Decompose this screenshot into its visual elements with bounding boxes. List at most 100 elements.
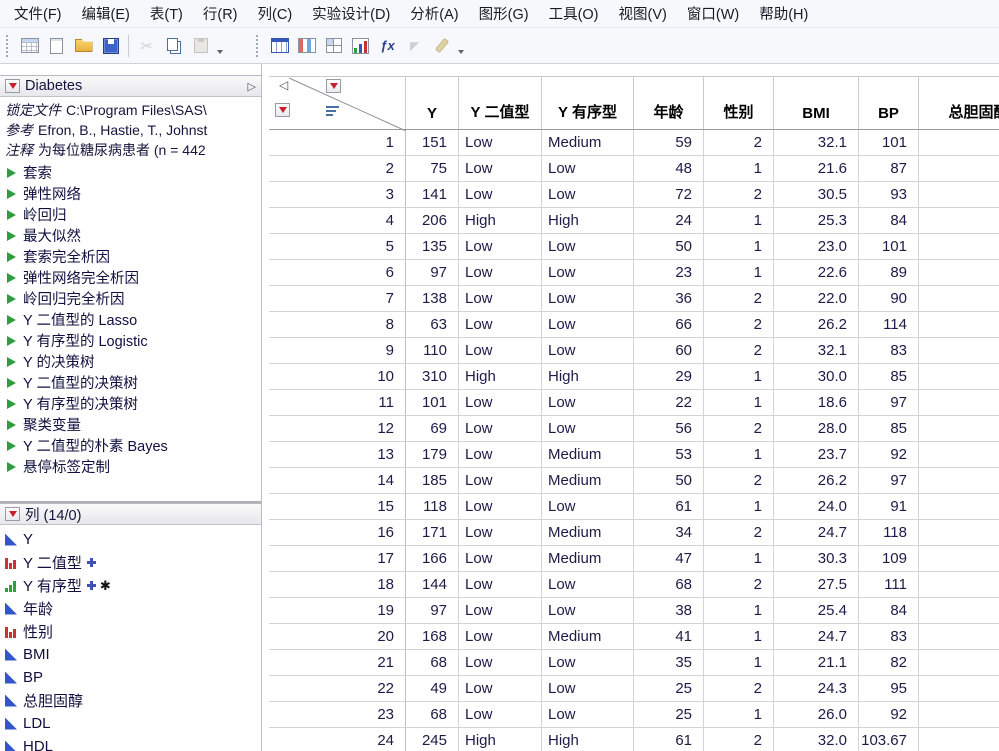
cell-y[interactable]: 49 xyxy=(406,676,459,702)
cell-bp[interactable]: 101 xyxy=(859,234,919,260)
cell-y-ordinal[interactable]: Low xyxy=(542,572,634,598)
open-icon[interactable] xyxy=(70,33,97,59)
cell-bp[interactable]: 114 xyxy=(859,312,919,338)
cell-bp[interactable]: 83 xyxy=(859,624,919,650)
cell-bmi[interactable]: 28.0 xyxy=(774,416,859,442)
cell-y-binary[interactable]: Low xyxy=(459,286,542,312)
cell-y-ordinal[interactable]: Low xyxy=(542,702,634,728)
script-item[interactable]: 套索完全析因 xyxy=(5,246,261,267)
cell-y-ordinal[interactable]: Low xyxy=(542,182,634,208)
cell-bp[interactable]: 84 xyxy=(859,208,919,234)
cell-y[interactable]: 101 xyxy=(406,390,459,416)
cell-age[interactable]: 60 xyxy=(634,338,704,364)
cell-y-binary[interactable]: Low xyxy=(459,416,542,442)
row-number[interactable]: 20 xyxy=(269,624,406,650)
cell-bp[interactable]: 83 xyxy=(859,338,919,364)
cell-y[interactable]: 185 xyxy=(406,468,459,494)
menu-item[interactable]: 编辑(E) xyxy=(72,0,140,27)
cell-total-cholesterol[interactable] xyxy=(919,234,999,260)
row-number[interactable]: 3 xyxy=(269,182,406,208)
formula-icon[interactable] xyxy=(374,33,401,59)
cell-y-binary[interactable]: Low xyxy=(459,442,542,468)
row-number[interactable]: 12 xyxy=(269,416,406,442)
cell-y[interactable]: 171 xyxy=(406,520,459,546)
cell-y-ordinal[interactable]: Medium xyxy=(542,546,634,572)
sidebar-collapse-icon[interactable] xyxy=(279,78,288,92)
cell-total-cholesterol[interactable] xyxy=(919,442,999,468)
column-item[interactable]: 总胆固醇 xyxy=(5,689,261,712)
cell-bmi[interactable]: 27.5 xyxy=(774,572,859,598)
cell-y[interactable]: 310 xyxy=(406,364,459,390)
cell-y-binary[interactable]: Low xyxy=(459,390,542,416)
cell-age[interactable]: 24 xyxy=(634,208,704,234)
column-item[interactable]: HDL xyxy=(5,735,261,751)
cell-bp[interactable]: 89 xyxy=(859,260,919,286)
cell-total-cholesterol[interactable] xyxy=(919,312,999,338)
cell-y-ordinal[interactable]: Low xyxy=(542,156,634,182)
cell-y-binary[interactable]: Low xyxy=(459,572,542,598)
toolbar-overflow-icon[interactable] xyxy=(214,33,226,59)
cell-y-ordinal[interactable]: High xyxy=(542,208,634,234)
sidebar-splitter[interactable] xyxy=(262,64,269,751)
cell-age[interactable]: 22 xyxy=(634,390,704,416)
column-header[interactable]: 性别 xyxy=(704,77,774,129)
cell-total-cholesterol[interactable] xyxy=(919,416,999,442)
cell-y-ordinal[interactable]: Low xyxy=(542,676,634,702)
cell-y-ordinal[interactable]: Low xyxy=(542,234,634,260)
cell-sex[interactable]: 2 xyxy=(704,728,774,751)
toolbar-overflow-icon[interactable] xyxy=(455,33,467,59)
cell-y-binary[interactable]: Low xyxy=(459,650,542,676)
cell-y-binary[interactable]: Low xyxy=(459,676,542,702)
column-header[interactable]: Y 有序型 xyxy=(542,77,634,129)
cell-sex[interactable]: 1 xyxy=(704,234,774,260)
cell-total-cholesterol[interactable] xyxy=(919,364,999,390)
cell-y[interactable]: 68 xyxy=(406,650,459,676)
cell-y-ordinal[interactable]: Low xyxy=(542,338,634,364)
cell-sex[interactable]: 2 xyxy=(704,286,774,312)
menu-item[interactable]: 实验设计(D) xyxy=(302,0,400,27)
script-item[interactable]: Y 二值型的决策树 xyxy=(5,372,261,393)
cell-y[interactable]: 118 xyxy=(406,494,459,520)
cell-age[interactable]: 25 xyxy=(634,676,704,702)
cell-y[interactable]: 168 xyxy=(406,624,459,650)
cell-y[interactable]: 68 xyxy=(406,702,459,728)
cell-bmi[interactable]: 24.0 xyxy=(774,494,859,520)
cell-total-cholesterol[interactable] xyxy=(919,182,999,208)
cell-y-binary[interactable]: Low xyxy=(459,494,542,520)
cell-age[interactable]: 61 xyxy=(634,494,704,520)
cell-sex[interactable]: 2 xyxy=(704,182,774,208)
menu-item[interactable]: 表(T) xyxy=(140,0,193,27)
cell-y[interactable]: 138 xyxy=(406,286,459,312)
script-item[interactable]: Y 有序型的决策树 xyxy=(5,393,261,414)
script-item[interactable]: 套索 xyxy=(5,162,261,183)
column-item[interactable]: BMI xyxy=(5,643,261,666)
cell-sex[interactable]: 1 xyxy=(704,156,774,182)
cell-total-cholesterol[interactable] xyxy=(919,728,999,751)
cell-bmi[interactable]: 25.3 xyxy=(774,208,859,234)
menu-item[interactable]: 分析(A) xyxy=(400,0,468,27)
column-item[interactable]: 性别 xyxy=(5,620,261,643)
column-header[interactable]: 年龄 xyxy=(634,77,704,129)
red-triangle-icon[interactable] xyxy=(5,507,20,521)
cell-y[interactable]: 110 xyxy=(406,338,459,364)
column-item[interactable]: Y xyxy=(5,528,261,551)
cell-age[interactable]: 48 xyxy=(634,156,704,182)
column-header[interactable]: Y xyxy=(406,77,459,129)
cell-sex[interactable]: 1 xyxy=(704,546,774,572)
cell-y-binary[interactable]: Low xyxy=(459,130,542,156)
cell-bmi[interactable]: 21.1 xyxy=(774,650,859,676)
cell-age[interactable]: 41 xyxy=(634,624,704,650)
cell-y-binary[interactable]: High xyxy=(459,364,542,390)
row-number[interactable]: 1 xyxy=(269,130,406,156)
script-item[interactable]: 聚类变量 xyxy=(5,414,261,435)
cell-y-binary[interactable]: Low xyxy=(459,234,542,260)
columns-menu-icon[interactable] xyxy=(326,79,341,93)
cell-sex[interactable]: 1 xyxy=(704,494,774,520)
cell-age[interactable]: 47 xyxy=(634,546,704,572)
cell-age[interactable]: 72 xyxy=(634,182,704,208)
cell-bp[interactable]: 90 xyxy=(859,286,919,312)
script-item[interactable]: Y 二值型的朴素 Bayes xyxy=(5,435,261,456)
cell-sex[interactable]: 1 xyxy=(704,650,774,676)
cell-y-binary[interactable]: Low xyxy=(459,624,542,650)
cell-sex[interactable]: 1 xyxy=(704,624,774,650)
